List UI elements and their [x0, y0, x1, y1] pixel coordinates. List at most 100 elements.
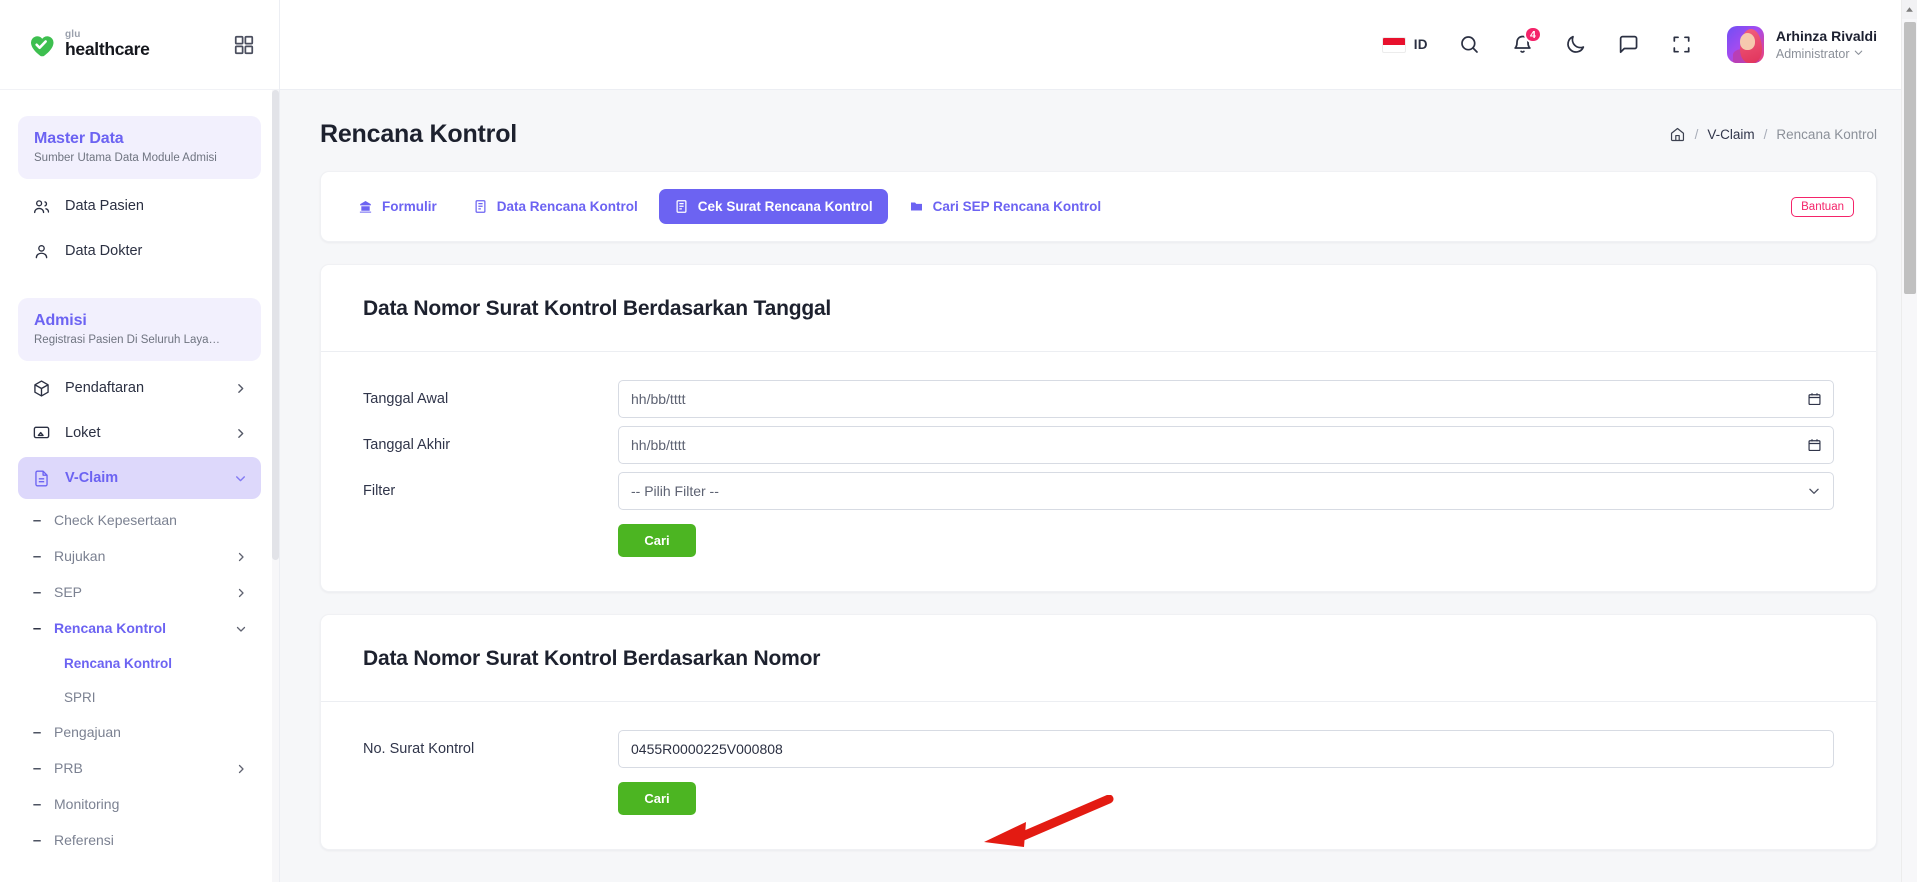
- sidebar-item-label: Pendaftaran: [65, 380, 145, 396]
- language-switcher[interactable]: ID: [1381, 36, 1428, 53]
- page-title: Rencana Kontrol: [320, 120, 518, 148]
- tab-label: Formulir: [382, 199, 437, 214]
- button-row-by-nomor: Cari: [363, 782, 1834, 815]
- sidebar-scroll-area: Master Data Sumber Utama Data Module Adm…: [0, 90, 279, 882]
- sidebar-subitem-referensi[interactable]: – Referensi: [18, 822, 261, 858]
- card-data-by-tanggal: Data Nomor Surat Kontrol Berdasarkan Tan…: [320, 264, 1877, 592]
- sidebar-item-data-pasien[interactable]: Data Pasien: [18, 185, 261, 227]
- language-code: ID: [1413, 37, 1428, 52]
- breadcrumb: / V-Claim / Rencana Kontrol: [1669, 126, 1877, 143]
- tanggal-awal-input[interactable]: hh/bb/tttt: [618, 380, 1834, 418]
- sidebar-group-admisi: Admisi Registrasi Pasien Di Seluruh Laya…: [18, 298, 261, 361]
- indonesia-flag-icon: [1381, 36, 1406, 53]
- message-icon: [1617, 33, 1640, 56]
- section-title: Data Nomor Surat Kontrol Berdasarkan Nom…: [363, 647, 821, 670]
- filter-select[interactable]: -- Pilih Filter --: [618, 472, 1834, 510]
- user-role: Administrator: [1776, 47, 1877, 63]
- sidebar-item-loket[interactable]: Loket: [18, 412, 261, 454]
- sidebar-subsubitem-rencana-kontrol[interactable]: Rencana Kontrol: [18, 646, 261, 680]
- breadcrumb-parent[interactable]: V-Claim: [1707, 127, 1754, 142]
- folder-icon: [909, 199, 924, 214]
- sidebar-subitem-sep[interactable]: – SEP: [18, 574, 261, 610]
- theme-toggle-button[interactable]: [1564, 33, 1587, 56]
- chevron-right-icon: [235, 586, 247, 598]
- field-row-tanggal-akhir: Tanggal Akhir hh/bb/tttt: [363, 426, 1834, 464]
- tab-bar: Formulir Data Rencana Kontrol Cek Surat …: [343, 189, 1116, 224]
- sidebar-item-v-claim[interactable]: V-Claim: [18, 457, 261, 499]
- sidebar-subitem-check-kepesertaan[interactable]: – Check Kepesertaan: [18, 502, 261, 538]
- topbar: ID 4 Arhinza Rivaldi Administrator: [280, 0, 1917, 90]
- cari-button-by-nomor[interactable]: Cari: [618, 782, 696, 815]
- sidebar-subitem-label: Pengajuan: [54, 724, 121, 740]
- search-icon: [1458, 33, 1481, 56]
- box-icon: [32, 379, 51, 398]
- no-surat-kontrol-input[interactable]: 0455R0000225V000808: [618, 730, 1834, 768]
- breadcrumb-separator: /: [1763, 127, 1768, 142]
- sidebar-subitem-prb[interactable]: – PRB: [18, 750, 261, 786]
- list-icon: [473, 199, 488, 214]
- sidebar-subitem-monitoring[interactable]: – Monitoring: [18, 786, 261, 822]
- sidebar-subitem-pengajuan[interactable]: – Pengajuan: [18, 714, 261, 750]
- chevron-right-icon: [235, 550, 247, 562]
- brand-bar: glu healthcare: [0, 0, 279, 90]
- tab-cari-sep-rencana-kontrol[interactable]: Cari SEP Rencana Kontrol: [894, 189, 1117, 224]
- sidebar-item-data-dokter[interactable]: Data Dokter: [18, 230, 261, 272]
- search-button[interactable]: [1458, 33, 1481, 56]
- cari-button-by-tanggal[interactable]: Cari: [618, 524, 696, 557]
- dash-bullet: –: [32, 759, 42, 777]
- messages-button[interactable]: [1617, 33, 1640, 56]
- field-row-filter: Filter -- Pilih Filter --: [363, 472, 1834, 510]
- tanggal-akhir-input[interactable]: hh/bb/tttt: [618, 426, 1834, 464]
- page-scrollbar[interactable]: [1901, 0, 1917, 882]
- dash-bullet: –: [32, 795, 42, 813]
- page-header: Rencana Kontrol / V-Claim / Rencana Kont…: [280, 90, 1917, 171]
- label-filter: Filter: [363, 483, 396, 499]
- brand-name: healthcare: [65, 39, 150, 60]
- sidebar-subitem-rujukan[interactable]: – Rujukan: [18, 538, 261, 574]
- grid-apps-icon[interactable]: [233, 34, 255, 56]
- label-no-surat-kontrol: No. Surat Kontrol: [363, 741, 475, 757]
- card-data-by-nomor: Data Nomor Surat Kontrol Berdasarkan Nom…: [320, 614, 1877, 850]
- chevron-right-icon: [234, 382, 247, 395]
- dash-bullet: –: [32, 831, 42, 849]
- label-tanggal-awal: Tanggal Awal: [363, 391, 449, 407]
- heart-check-icon: [26, 30, 56, 60]
- sidebar-subitem-rencana-kontrol[interactable]: – Rencana Kontrol: [18, 610, 261, 646]
- sidebar-subitem-label: Rencana Kontrol: [54, 620, 167, 636]
- tab-label: Data Rencana Kontrol: [496, 199, 638, 214]
- user-menu[interactable]: Arhinza Rivaldi Administrator: [1726, 26, 1877, 63]
- page-scrollbar-thumb[interactable]: [1904, 22, 1916, 294]
- sidebar-item-label: V-Claim: [65, 470, 119, 486]
- home-icon[interactable]: [1669, 126, 1686, 143]
- tab-cek-surat-rencana-kontrol[interactable]: Cek Surat Rencana Kontrol: [658, 189, 888, 224]
- tab-bar-card: Formulir Data Rencana Kontrol Cek Surat …: [320, 171, 1877, 242]
- tab-data-rencana-kontrol[interactable]: Data Rencana Kontrol: [458, 189, 653, 224]
- avatar: [1726, 26, 1764, 63]
- sidebar-scrollbar-thumb[interactable]: [272, 90, 279, 560]
- field-row-no-surat-kontrol: No. Surat Kontrol 0455R0000225V000808: [363, 730, 1834, 768]
- scroll-up-button[interactable]: [1902, 0, 1917, 19]
- field-no-surat-kontrol: 0455R0000225V000808: [618, 730, 1834, 768]
- sidebar-subitem-label: Monitoring: [54, 796, 120, 812]
- chevron-down-icon: [235, 622, 247, 634]
- document-icon: [32, 469, 51, 488]
- tab-formulir[interactable]: Formulir: [343, 189, 452, 224]
- fullscreen-button[interactable]: [1670, 33, 1693, 56]
- sidebar-group-subtitle: Registrasi Pasien Di Seluruh Laya…: [34, 334, 221, 346]
- notification-badge: 4: [1524, 26, 1542, 43]
- sidebar-subitem-label: Referensi: [54, 832, 114, 848]
- bantuan-button[interactable]: Bantuan: [1791, 196, 1854, 217]
- sidebar-item-pendaftaran[interactable]: Pendaftaran: [18, 367, 261, 409]
- brand-logo[interactable]: glu healthcare: [26, 30, 150, 60]
- sidebar-subsubitem-spri[interactable]: SPRI: [18, 680, 261, 714]
- sidebar-group-subtitle: Sumber Utama Data Module Admisi: [34, 152, 217, 164]
- dash-bullet: –: [32, 511, 42, 529]
- user-icon: [32, 242, 51, 261]
- dash-bullet: –: [32, 547, 42, 565]
- sidebar-subitem-label: Check Kepesertaan: [54, 512, 177, 528]
- notifications-button[interactable]: 4: [1511, 26, 1542, 56]
- sidebar-scrollbar[interactable]: [272, 90, 279, 882]
- section-title: Data Nomor Surat Kontrol Berdasarkan Tan…: [363, 297, 832, 320]
- app-root: glu healthcare Master Data Sumber Utama …: [0, 0, 1917, 882]
- user-name: Arhinza Rivaldi: [1775, 27, 1877, 44]
